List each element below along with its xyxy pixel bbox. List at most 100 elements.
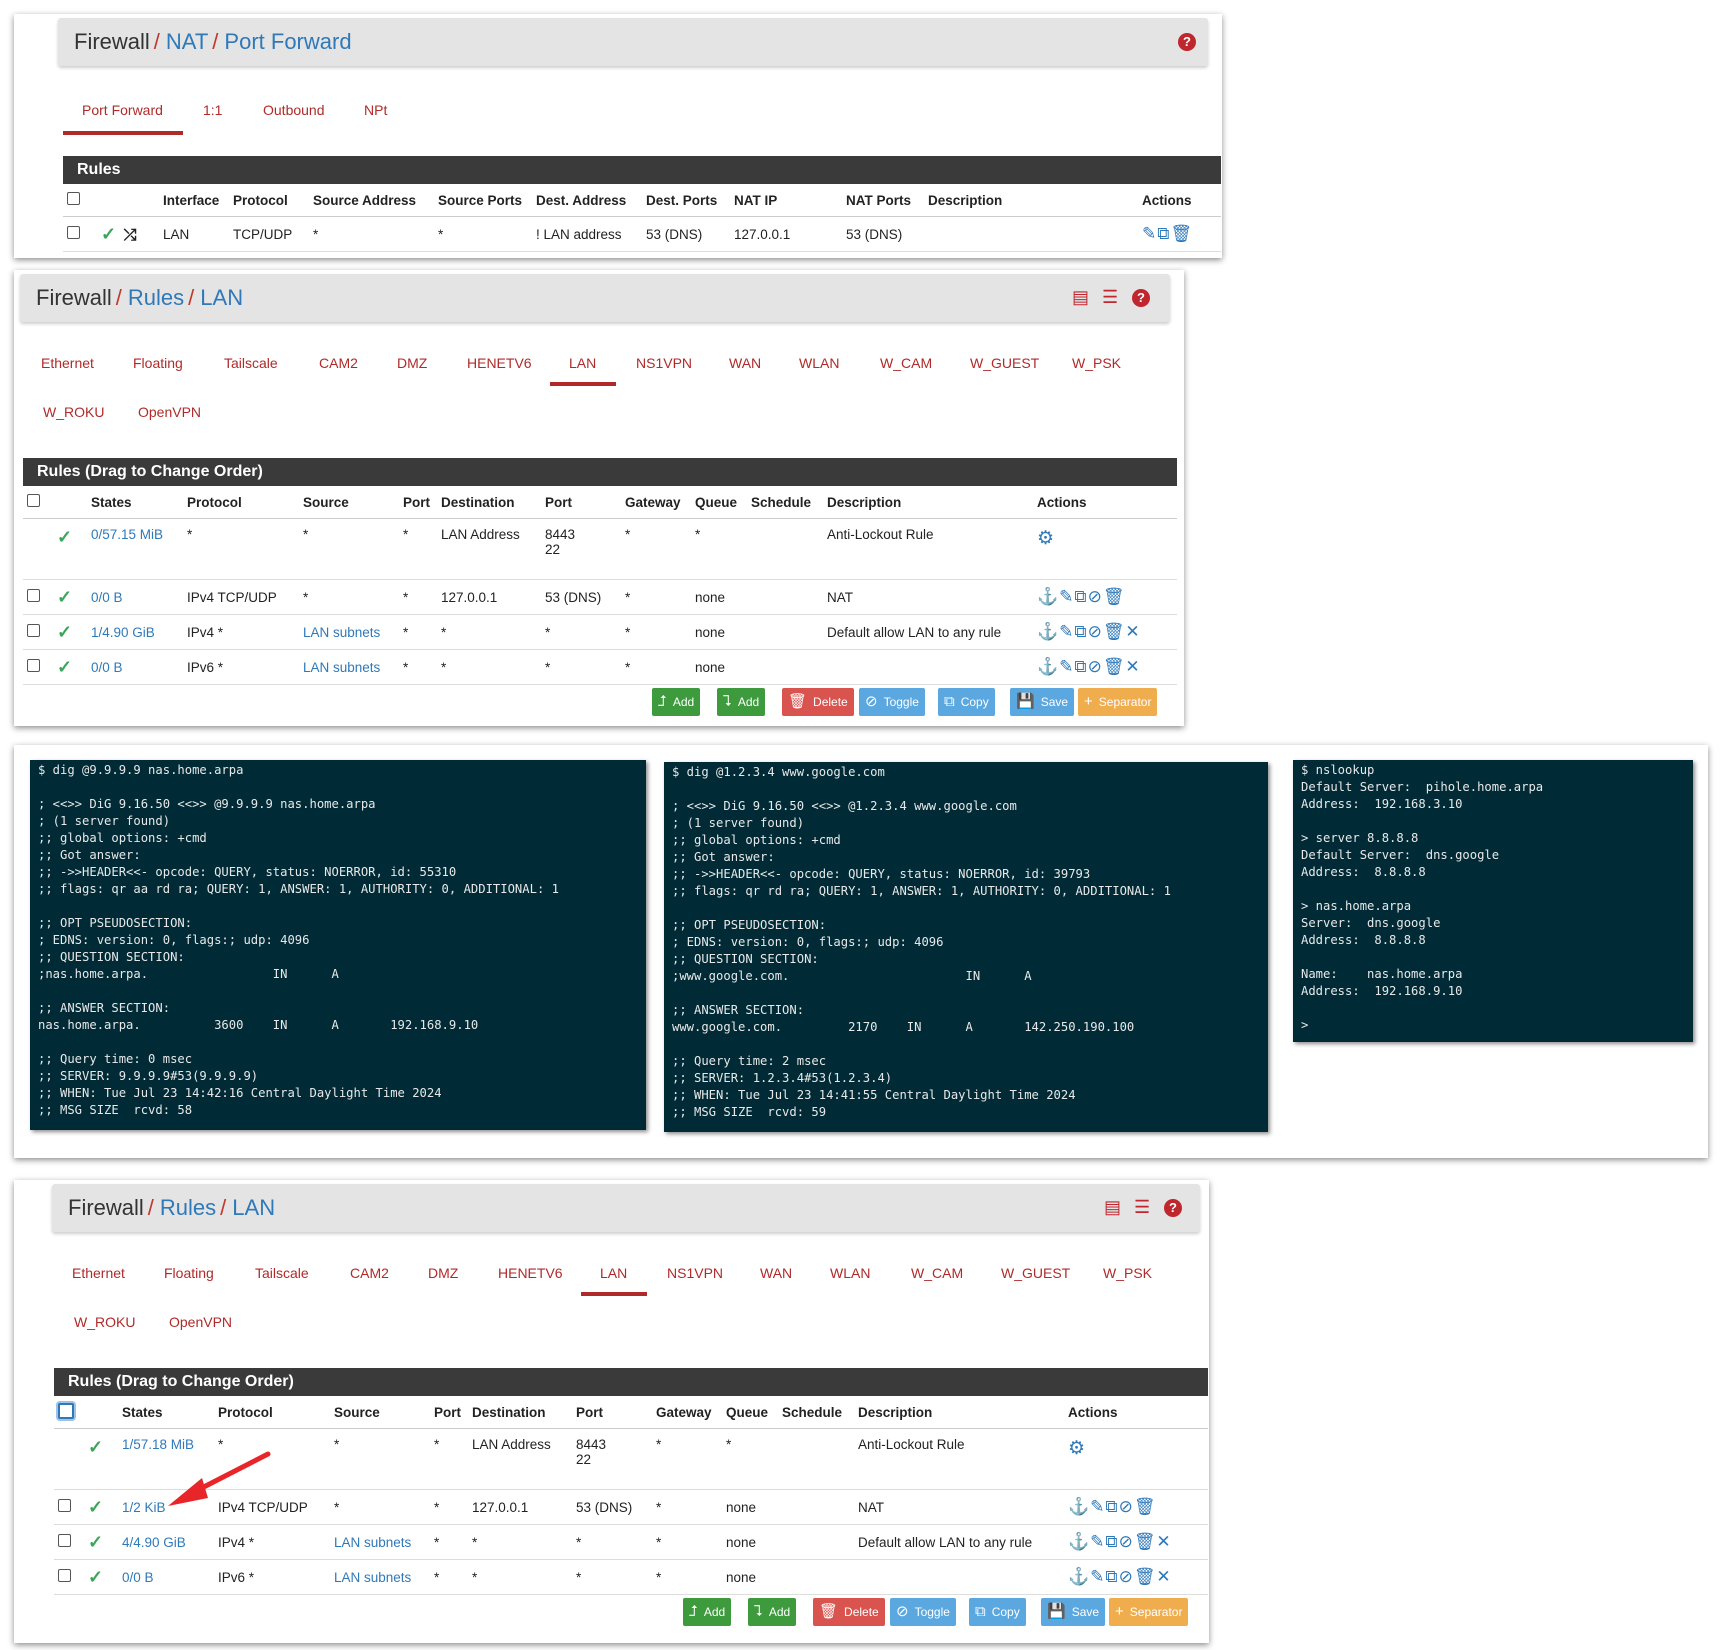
- save-button[interactable]: 💾 Save: [1010, 688, 1075, 716]
- cell-source[interactable]: LAN subnets: [330, 1559, 430, 1595]
- tab-tailscale[interactable]: Tailscale: [224, 355, 278, 371]
- toggle-button[interactable]: ⊘ Toggle: [890, 1598, 956, 1626]
- tab-w-cam[interactable]: W_CAM: [880, 355, 932, 371]
- disable-icon[interactable]: ⊘: [1088, 622, 1103, 641]
- delete-icon[interactable]: 🗑: [1103, 622, 1126, 641]
- delete-button[interactable]: 🗑 Delete: [782, 688, 854, 716]
- delete-icon[interactable]: 🗑: [1134, 1567, 1157, 1586]
- delete-icon[interactable]: 🗑: [1170, 224, 1193, 243]
- copy-icon[interactable]: ⧉: [1105, 1567, 1118, 1586]
- add-bottom-button[interactable]: ⮧ Add: [748, 1598, 797, 1626]
- cell-states[interactable]: 0/0 B: [87, 649, 183, 685]
- tab-w-guest[interactable]: W_GUEST: [970, 355, 1039, 371]
- tab-wan[interactable]: WAN: [729, 355, 761, 371]
- edit-icon[interactable]: ✎: [1090, 1532, 1105, 1551]
- tab-dmz[interactable]: DMZ: [428, 1265, 458, 1281]
- anchor-icon[interactable]: ⚓: [1037, 622, 1059, 641]
- cell-states[interactable]: 0/57.15 MiB: [87, 518, 183, 580]
- tab-wan[interactable]: WAN: [760, 1265, 792, 1281]
- add-top-button[interactable]: ⮥ Add: [683, 1598, 732, 1626]
- cell-states[interactable]: 4/4.90 GiB: [118, 1524, 214, 1560]
- tab-ethernet[interactable]: Ethernet: [72, 1265, 125, 1281]
- breadcrumb-lan[interactable]: LAN: [200, 285, 243, 310]
- help-icon[interactable]: ?: [1132, 289, 1150, 307]
- breadcrumb-nat[interactable]: NAT: [166, 29, 208, 54]
- close-icon[interactable]: ✕: [1156, 1567, 1171, 1586]
- tab-npt[interactable]: NPt: [364, 102, 387, 118]
- tab-openvpn[interactable]: OpenVPN: [138, 404, 201, 420]
- separator-button[interactable]: + Separator: [1078, 688, 1158, 716]
- tab-wlan[interactable]: WLAN: [799, 355, 839, 371]
- chart-icon[interactable]: ▤: [1104, 1198, 1121, 1216]
- delete-icon[interactable]: 🗑: [1103, 657, 1126, 676]
- edit-icon[interactable]: ✎: [1090, 1567, 1105, 1586]
- add-bottom-button[interactable]: ⮧ Add: [717, 688, 766, 716]
- tab-w-psk[interactable]: W_PSK: [1072, 355, 1121, 371]
- toggle-button[interactable]: ⊘ Toggle: [859, 688, 925, 716]
- row-checkbox[interactable]: [27, 589, 40, 602]
- gear-icon[interactable]: ⚙: [1037, 528, 1054, 549]
- chart-icon[interactable]: ▤: [1072, 288, 1089, 306]
- log-list-icon[interactable]: ☰: [1102, 288, 1118, 306]
- delete-icon[interactable]: 🗑: [1134, 1497, 1157, 1516]
- breadcrumb-port-forward[interactable]: Port Forward: [224, 29, 351, 54]
- tab-ns1vpn[interactable]: NS1VPN: [636, 355, 692, 371]
- copy-icon[interactable]: ⧉: [1105, 1532, 1118, 1551]
- row-checkbox[interactable]: [27, 659, 40, 672]
- edit-icon[interactable]: ✎: [1059, 622, 1074, 641]
- row-checkbox[interactable]: [27, 624, 40, 637]
- breadcrumb-rules[interactable]: Rules: [160, 1195, 216, 1220]
- row-checkbox[interactable]: [58, 1499, 71, 1512]
- cell-states[interactable]: 0/0 B: [118, 1559, 214, 1595]
- cell-states[interactable]: 0/0 B: [87, 579, 183, 615]
- delete-icon[interactable]: 🗑: [1103, 587, 1126, 606]
- anchor-icon[interactable]: ⚓: [1068, 1532, 1090, 1551]
- anchor-icon[interactable]: ⚓: [1037, 587, 1059, 606]
- select-all-checkbox[interactable]: [27, 494, 40, 507]
- copy-icon[interactable]: ⧉: [1157, 224, 1170, 243]
- row-checkbox[interactable]: [58, 1569, 71, 1582]
- copy-button[interactable]: ⧉ Copy: [969, 1598, 1026, 1626]
- disable-icon[interactable]: ⊘: [1119, 1532, 1134, 1551]
- tab-dmz[interactable]: DMZ: [397, 355, 427, 371]
- close-icon[interactable]: ✕: [1156, 1532, 1171, 1551]
- tab-w-roku[interactable]: W_ROKU: [74, 1314, 135, 1330]
- log-list-icon[interactable]: ☰: [1134, 1198, 1150, 1216]
- disable-icon[interactable]: ⊘: [1088, 587, 1103, 606]
- disable-icon[interactable]: ⊘: [1119, 1497, 1134, 1516]
- copy-icon[interactable]: ⧉: [1074, 587, 1087, 606]
- tab-port-forward[interactable]: Port Forward: [82, 102, 163, 118]
- gear-icon[interactable]: ⚙: [1068, 1438, 1085, 1459]
- tab-floating[interactable]: Floating: [133, 355, 183, 371]
- separator-button[interactable]: + Separator: [1109, 1598, 1189, 1626]
- copy-icon[interactable]: ⧉: [1074, 657, 1087, 676]
- select-all-checkbox[interactable]: [58, 1402, 74, 1419]
- tab-outbound[interactable]: Outbound: [263, 102, 325, 118]
- tab-w-roku[interactable]: W_ROKU: [43, 404, 104, 420]
- copy-button[interactable]: ⧉ Copy: [938, 688, 995, 716]
- disable-icon[interactable]: ⊘: [1088, 657, 1103, 676]
- breadcrumb-lan[interactable]: LAN: [232, 1195, 275, 1220]
- tab-1-1[interactable]: 1:1: [203, 102, 222, 118]
- tab-lan[interactable]: LAN: [569, 355, 596, 371]
- help-icon[interactable]: ?: [1178, 33, 1196, 51]
- tab-w-guest[interactable]: W_GUEST: [1001, 1265, 1070, 1281]
- tab-w-psk[interactable]: W_PSK: [1103, 1265, 1152, 1281]
- tab-ns1vpn[interactable]: NS1VPN: [667, 1265, 723, 1281]
- tab-w-cam[interactable]: W_CAM: [911, 1265, 963, 1281]
- tab-cam2[interactable]: CAM2: [350, 1265, 389, 1281]
- cell-source[interactable]: LAN subnets: [299, 649, 399, 685]
- cell-states[interactable]: 1/4.90 GiB: [87, 614, 183, 650]
- anchor-icon[interactable]: ⚓: [1037, 657, 1059, 676]
- edit-icon[interactable]: ✎: [1059, 587, 1074, 606]
- edit-icon[interactable]: ✎: [1142, 224, 1157, 243]
- breadcrumb-rules[interactable]: Rules: [128, 285, 184, 310]
- tab-floating[interactable]: Floating: [164, 1265, 214, 1281]
- tab-henetv6[interactable]: HENETV6: [467, 355, 532, 371]
- anchor-icon[interactable]: ⚓: [1068, 1567, 1090, 1586]
- tab-cam2[interactable]: CAM2: [319, 355, 358, 371]
- tab-lan[interactable]: LAN: [600, 1265, 627, 1281]
- disable-icon[interactable]: ⊘: [1119, 1567, 1134, 1586]
- delete-button[interactable]: 🗑 Delete: [813, 1598, 885, 1626]
- delete-icon[interactable]: 🗑: [1134, 1532, 1157, 1551]
